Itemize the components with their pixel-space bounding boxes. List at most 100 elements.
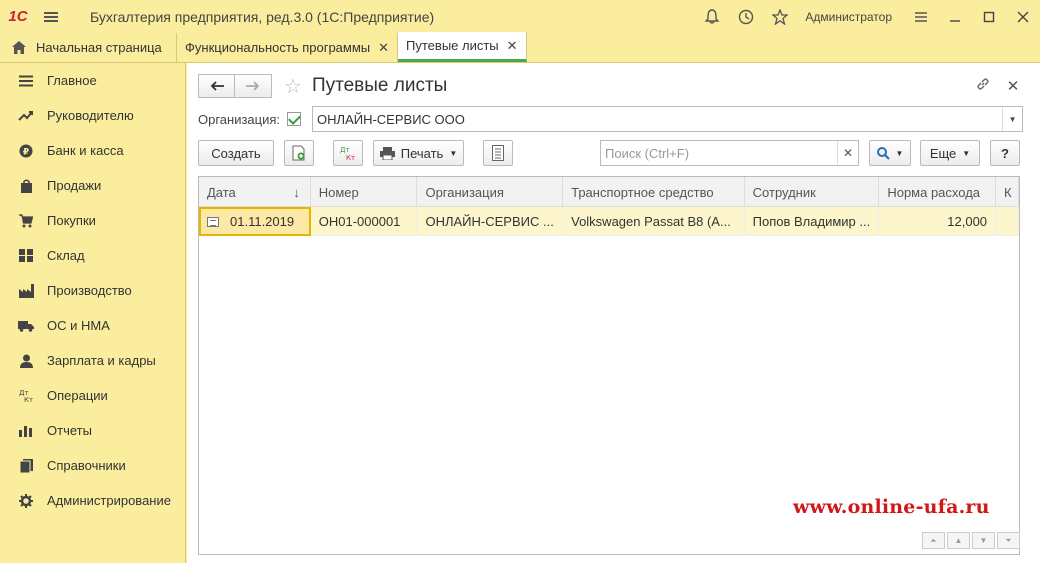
list-settings-button[interactable] <box>483 140 513 166</box>
history-icon[interactable] <box>729 0 763 33</box>
svg-text:Дт: Дт <box>340 146 350 154</box>
column-label: Дата <box>207 184 236 200</box>
column-header-consumption-rate[interactable]: Норма расхода <box>879 177 997 207</box>
cell-date[interactable]: 01.11.2019 <box>199 207 311 236</box>
column-label: Организация <box>425 184 504 200</box>
maximize-button[interactable] <box>972 0 1006 33</box>
forward-button[interactable] <box>235 74 272 98</box>
sidebar-item-label: Руководителю <box>47 108 134 123</box>
more-button[interactable]: Еще ▼ <box>920 140 980 166</box>
clear-search-icon[interactable]: ✕ <box>837 141 858 165</box>
organization-row: Организация: ОНЛАЙН-СЕРВИС ООО ▼ <box>198 106 1028 132</box>
sort-arrow-icon: ↓ <box>293 184 300 200</box>
tab-home[interactable]: Начальная страница <box>0 33 177 62</box>
print-button[interactable]: Печать ▼ <box>373 140 464 166</box>
scroll-last-button[interactable]: ⏷ <box>997 532 1020 549</box>
help-label: ? <box>1001 145 1009 161</box>
tab-label: Функциональность программы <box>185 40 371 55</box>
table-header: Дата ↓ Номер Организация Транспортное ср… <box>199 177 1019 207</box>
menu-icon <box>17 73 35 89</box>
column-header-organization[interactable]: Организация <box>417 177 564 207</box>
tab-waybills[interactable]: Путевые листы ✕ <box>398 32 527 62</box>
scroll-down-button[interactable]: ▼ <box>972 532 995 549</box>
form-close-icon[interactable]: ✕ <box>998 77 1028 95</box>
form-header: ☆ Путевые листы ✕ <box>198 73 1028 99</box>
sidebar-item-bank[interactable]: ₽ Банк и касса <box>0 133 185 168</box>
tab-close-icon[interactable]: ✕ <box>507 38 518 54</box>
sidebar-item-operations[interactable]: Дт Кт Операции <box>0 378 185 413</box>
cell-employee[interactable]: Попов Владимир ... <box>745 207 880 236</box>
sidebar-item-manager[interactable]: Руководителю <box>0 98 185 133</box>
page-title: Путевые листы <box>311 75 448 96</box>
sidebar-item-label: Операции <box>47 388 108 403</box>
search-input[interactable]: Поиск (Ctrl+F) ✕ <box>600 140 859 166</box>
search-icon <box>876 146 890 160</box>
chevron-down-icon[interactable]: ▼ <box>1002 107 1022 131</box>
sidebar-item-salary[interactable]: Зарплата и кадры <box>0 343 185 378</box>
sidebar-item-reports[interactable]: Отчеты <box>0 413 185 448</box>
sidebar-item-fixed-assets[interactable]: ОС и НМА <box>0 308 185 343</box>
sidebar: Главное Руководителю ₽ Банк и касса Прод… <box>0 63 186 563</box>
chevron-down-icon: ▼ <box>895 148 904 158</box>
sidebar-item-main[interactable]: Главное <box>0 63 185 98</box>
dt-kt-icon: ДтКт <box>17 388 35 404</box>
column-label: К <box>1004 184 1012 200</box>
sidebar-item-references[interactable]: Справочники <box>0 448 185 483</box>
sidebar-item-label: Администрирование <box>47 493 171 508</box>
table-row[interactable]: 01.11.2019 ОН01-000001 ОНЛАЙН-СЕРВИС ...… <box>199 207 1019 236</box>
sidebar-item-purchases[interactable]: Покупки <box>0 203 185 238</box>
organization-value: ОНЛАЙН-СЕРВИС ООО <box>317 111 465 127</box>
search-button[interactable]: ▼ <box>869 140 911 166</box>
sidebar-item-production[interactable]: Производство <box>0 273 185 308</box>
sidebar-item-administration[interactable]: Администрирование <box>0 483 185 518</box>
organization-select[interactable]: ОНЛАЙН-СЕРВИС ООО ▼ <box>312 106 1024 132</box>
cell-extra[interactable] <box>996 207 1019 236</box>
column-header-number[interactable]: Номер <box>311 177 418 207</box>
create-button[interactable]: Создать <box>198 140 274 166</box>
help-button[interactable]: ? <box>990 140 1020 166</box>
trend-icon <box>17 108 35 124</box>
factory-icon <box>17 283 35 299</box>
hamburger-icon <box>44 11 58 22</box>
close-window-button[interactable] <box>1006 0 1040 33</box>
copy-document-icon <box>292 145 305 161</box>
column-header-date[interactable]: Дата ↓ <box>199 177 311 207</box>
organization-label: Организация: <box>198 111 281 127</box>
settings-icon[interactable] <box>904 0 938 33</box>
sidebar-item-label: Справочники <box>47 458 126 473</box>
1c-logo: 1С <box>8 8 28 25</box>
favorite-star-icon[interactable]: ☆ <box>284 74 302 99</box>
cell-vehicle[interactable]: Volkswagen Passat B8 (А... <box>563 207 745 236</box>
sidebar-item-warehouse[interactable]: Склад <box>0 238 185 273</box>
create-label: Создать <box>211 145 261 161</box>
user-name[interactable]: Администратор <box>805 10 892 24</box>
organization-filter-checkbox[interactable] <box>287 112 302 126</box>
dt-kt-icon: ДтКт <box>340 146 355 161</box>
favorites-star-icon[interactable] <box>763 0 797 33</box>
tab-close-icon[interactable]: ✕ <box>378 40 389 56</box>
scroll-up-button[interactable]: ▲ <box>947 532 970 549</box>
search-placeholder: Поиск (Ctrl+F) <box>605 145 690 161</box>
back-button[interactable] <box>198 74 235 98</box>
copy-button[interactable] <box>284 140 314 166</box>
bag-icon <box>17 178 35 194</box>
coin-icon: ₽ <box>17 143 35 159</box>
cell-consumption-rate[interactable]: 12,000 <box>879 207 997 236</box>
tab-functionality[interactable]: Функциональность программы ✕ <box>177 33 399 62</box>
dt-kt-button[interactable]: Дт Кт <box>333 140 363 166</box>
main-menu-button[interactable] <box>36 0 66 33</box>
sidebar-item-sales[interactable]: Продажи <box>0 168 185 203</box>
link-icon[interactable] <box>968 77 998 95</box>
bell-icon[interactable] <box>695 0 729 33</box>
column-header-extra[interactable]: К <box>996 177 1019 207</box>
minimize-button[interactable] <box>938 0 972 33</box>
scroll-first-button[interactable]: ⏶ <box>922 532 945 549</box>
watermark: www.online-ufa.ru <box>793 496 990 518</box>
column-header-employee[interactable]: Сотрудник <box>745 177 880 207</box>
person-icon <box>17 353 35 369</box>
column-header-vehicle[interactable]: Транспортное средство <box>563 177 745 207</box>
cell-number[interactable]: ОН01-000001 <box>311 207 418 236</box>
cell-text: Volkswagen Passat B8 (А... <box>571 214 731 229</box>
arrow-right-icon <box>246 81 260 91</box>
cell-organization[interactable]: ОНЛАЙН-СЕРВИС ... <box>417 207 564 236</box>
